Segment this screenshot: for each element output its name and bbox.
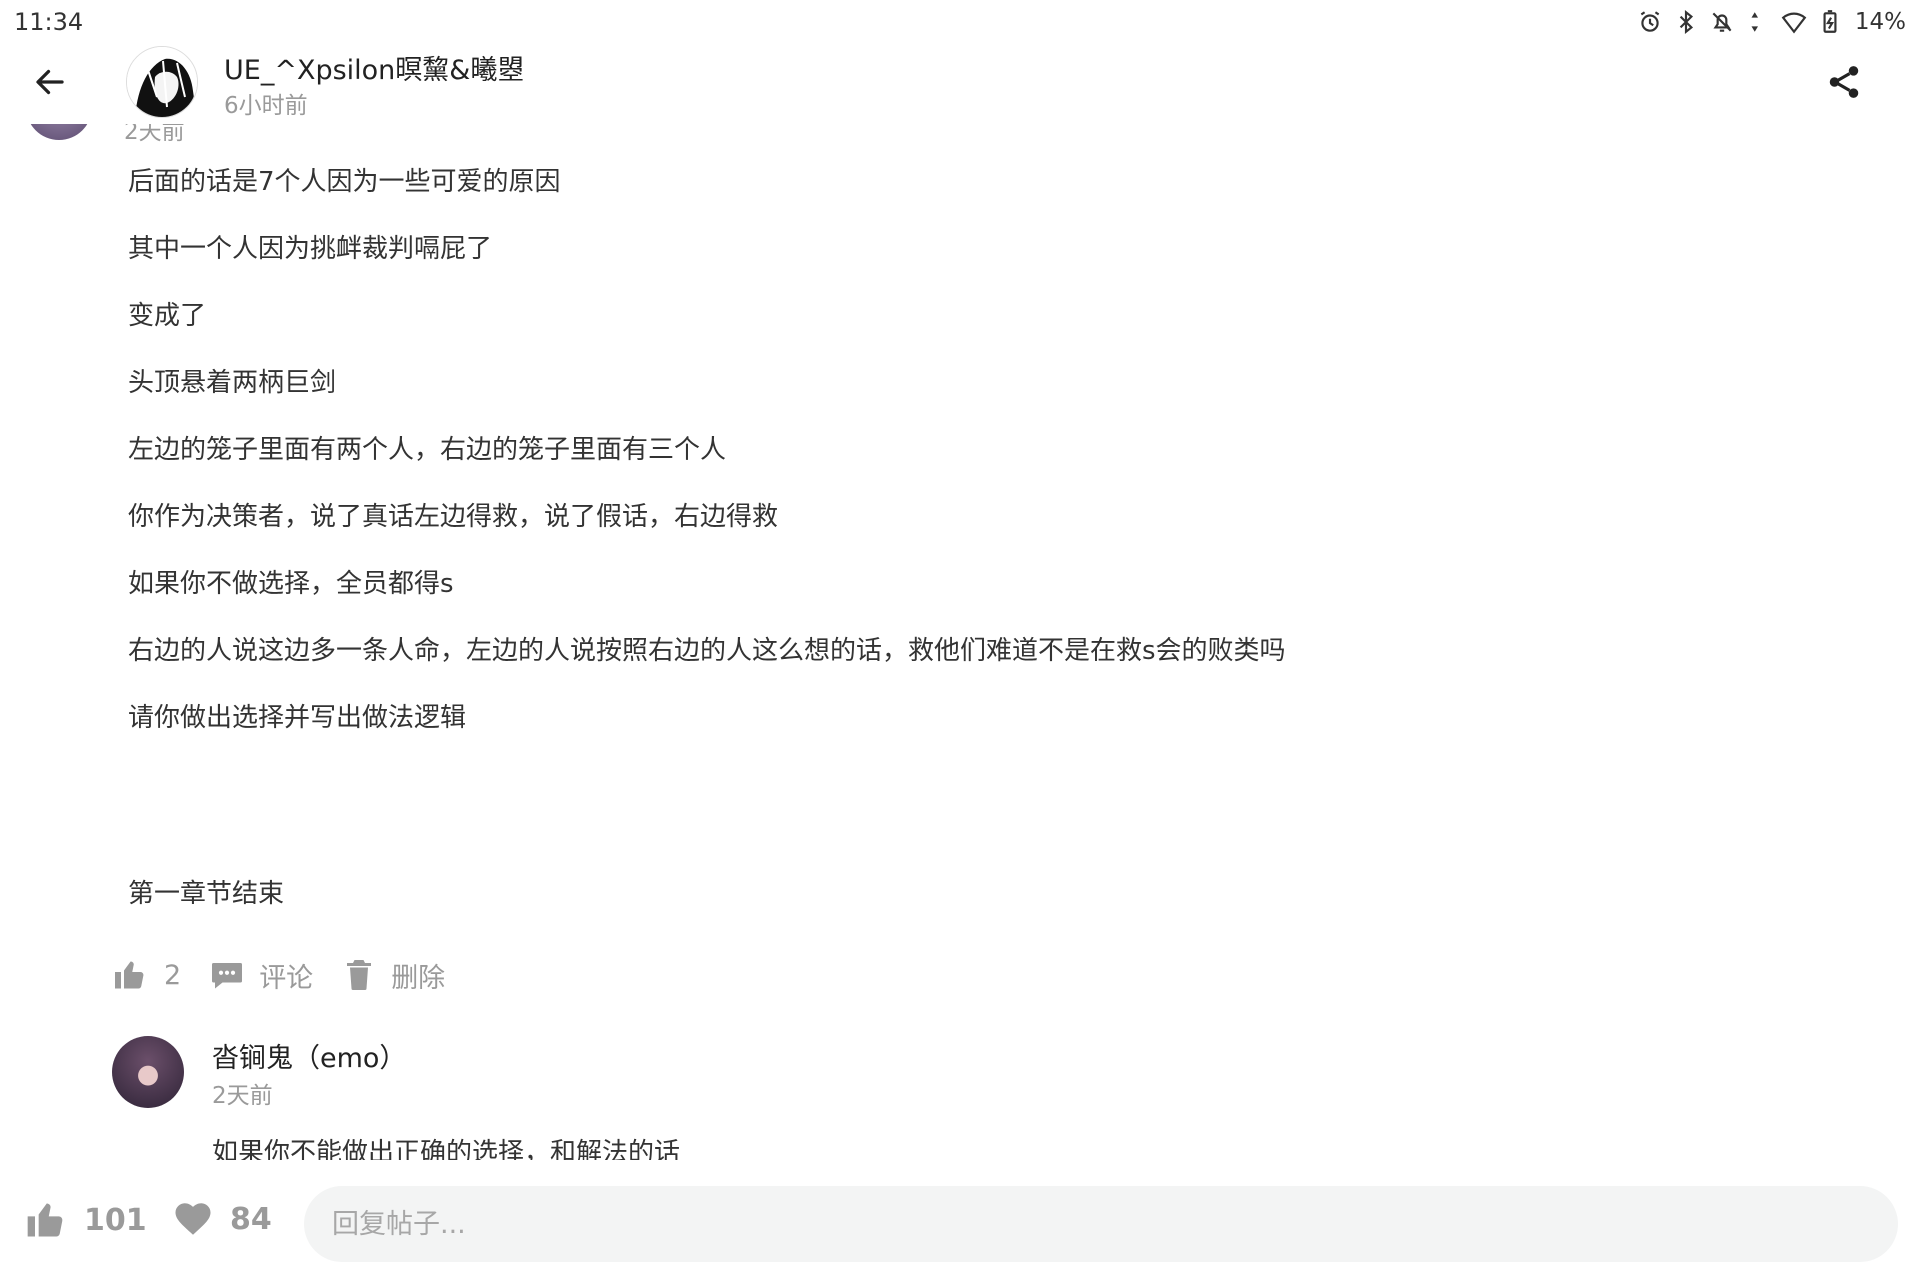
back-button[interactable] — [26, 58, 74, 106]
author-avatar[interactable] — [126, 46, 198, 118]
post-like-count: 101 — [84, 1202, 147, 1238]
post-content: 后面的话是7个人因为一些可爱的原因 其中一个人因为挑衅裁判嗝屁了 变成了 头顶悬… — [128, 160, 1828, 939]
post-line: 后面的话是7个人因为一些可爱的原因 — [128, 167, 561, 197]
post-line: 如果你不做选择，全员都得s — [128, 569, 454, 599]
reply-input[interactable] — [304, 1186, 1898, 1262]
data-transfer-icon — [1751, 12, 1758, 32]
post-line: 其中一个人因为挑衅裁判嗝屁了 — [128, 234, 493, 264]
author-name[interactable]: UE_^Xpsilon暝黧&曦曌 — [224, 48, 524, 87]
comment-body: 如果你不能做出正确的选择，和解法的话 — [212, 1132, 1112, 1160]
post-ending: 第一章节结束 — [128, 879, 285, 909]
trash-icon — [347, 960, 372, 990]
status-icons: 14% — [1637, 8, 1906, 36]
post-line: 头顶悬着两柄巨剑 — [128, 368, 337, 398]
thumbs-up-icon — [27, 1203, 63, 1237]
share-icon — [1829, 66, 1859, 98]
post-detail-screen: 11:34 14% 2天前 UE_^Xpsilon暝黧&曦曌 6小时前 后面的话… — [0, 0, 1920, 1280]
post-like-button[interactable]: 101 — [24, 1198, 147, 1242]
status-time: 11:34 — [14, 8, 84, 36]
bluetooth-icon — [1679, 9, 1693, 35]
delete-button[interactable]: 删除 — [341, 956, 445, 995]
commenter-avatar[interactable] — [112, 1036, 184, 1108]
like-count: 2 — [164, 959, 182, 991]
notifications-off-icon — [1712, 12, 1732, 32]
comment-icon — [212, 963, 243, 989]
wifi-icon — [1781, 12, 1807, 34]
comment-time: 2天前 — [212, 1083, 273, 1109]
bottom-bar: 101 84 — [0, 1160, 1920, 1280]
favorite-button[interactable]: 84 — [172, 1198, 272, 1240]
arrow-left-icon — [36, 69, 64, 95]
post-time: 6小时前 — [224, 93, 308, 119]
post-line: 你作为决策者，说了真话左边得救，说了假话，右边得救 — [128, 502, 779, 532]
favorite-count: 84 — [230, 1201, 272, 1237]
comment-label: 评论 — [259, 962, 314, 994]
post-line: 变成了 — [128, 301, 207, 331]
post-line: 请你做出选择并写出做法逻辑 — [128, 703, 467, 733]
alarm-icon — [1640, 11, 1660, 32]
post-actions: 2 评论 删除 — [112, 950, 473, 1000]
share-button[interactable] — [1820, 58, 1868, 106]
post-line: 右边的人说这边多一条人命，左边的人说按照右边的人这么想的话，救他们难道不是在救s… — [128, 636, 1286, 666]
thumbs-up-icon — [115, 961, 144, 989]
commenter-name[interactable]: 沓锏鬼（emo） — [212, 1036, 406, 1075]
like-button[interactable]: 2 — [112, 957, 181, 993]
post-header: UE_^Xpsilon暝黧&曦曌 6小时前 — [0, 44, 1920, 124]
heart-icon — [175, 1203, 211, 1235]
battery-percentage: 14% — [1854, 9, 1906, 35]
comment-button[interactable]: 评论 — [209, 956, 313, 995]
status-bar: 11:34 14% — [0, 0, 1920, 44]
post-line: 左边的笼子里面有两个人，右边的笼子里面有三个人 — [128, 435, 727, 465]
comment-text: 如果你不能做出正确的选择，和解法的话 — [212, 1138, 681, 1160]
battery-charging-icon — [1823, 10, 1837, 33]
delete-label: 删除 — [391, 962, 446, 994]
author-avatar-image — [127, 47, 197, 117]
